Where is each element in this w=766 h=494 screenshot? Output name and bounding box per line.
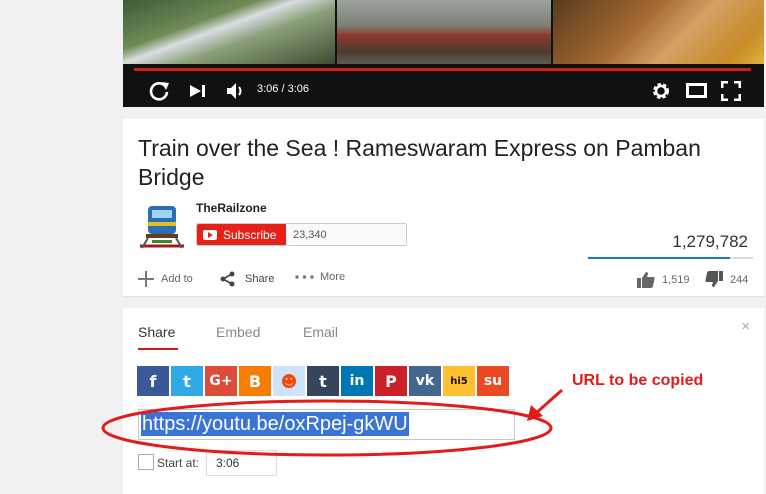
thumbs-down-icon — [705, 271, 723, 288]
share-url-text[interactable]: https://youtu.be/oxRpej-gkWU — [141, 412, 409, 436]
share-reddit-button[interactable]: ☻ — [273, 366, 305, 396]
suggested-video-thumbnail[interactable] — [553, 0, 764, 64]
channel-name-link[interactable]: TheRailzone — [196, 201, 267, 215]
add-to-label: Add to — [161, 273, 193, 285]
vk-icon: vk — [415, 373, 435, 389]
settings-icon[interactable] — [651, 81, 671, 101]
linkedin-icon: in — [349, 373, 365, 389]
subscribe-control[interactable]: Subscribe 23,340 — [196, 223, 407, 246]
more-label: More — [320, 271, 346, 283]
volume-icon[interactable] — [226, 82, 246, 100]
hi5-icon: hi5 — [450, 375, 468, 387]
share-blogger-button[interactable]: B — [239, 366, 271, 396]
twitter-icon: t — [183, 371, 191, 391]
dislike-button[interactable]: 244 — [705, 271, 748, 288]
suggested-video-thumbnail[interactable] — [123, 0, 335, 64]
like-count: 1,519 — [662, 273, 690, 286]
thumbs-up-icon — [637, 271, 655, 288]
pinterest-icon: P — [385, 371, 397, 391]
like-ratio-bar — [588, 257, 753, 259]
tab-email[interactable]: Email — [303, 324, 338, 340]
video-info-card: Train over the Sea ! Rameswaram Express … — [123, 119, 764, 297]
start-at-time-input[interactable]: 3:06 — [206, 450, 277, 476]
share-hi5-button[interactable]: hi5 — [443, 366, 475, 396]
theater-mode-icon[interactable] — [686, 83, 707, 98]
share-tumblr-button[interactable]: t — [307, 366, 339, 396]
tab-embed[interactable]: Embed — [216, 324, 260, 340]
next-icon[interactable] — [189, 84, 209, 98]
share-url-field[interactable]: https://youtu.be/oxRpej-gkWU — [138, 409, 515, 440]
video-title: Train over the Sea ! Rameswaram Express … — [138, 135, 701, 190]
channel-avatar[interactable] — [138, 202, 186, 250]
tumblr-icon: t — [319, 371, 327, 391]
youtube-play-icon — [203, 229, 217, 240]
share-button[interactable]: Share — [220, 271, 274, 287]
active-tab-indicator — [138, 348, 178, 350]
add-to-button[interactable]: Add to — [138, 271, 193, 287]
share-google-plus-button[interactable]: G+ — [205, 366, 237, 396]
share-twitter-button[interactable]: t — [171, 366, 203, 396]
close-icon[interactable]: × — [741, 318, 750, 335]
share-facebook-button[interactable]: f — [137, 366, 169, 396]
end-screen-thumbnails — [123, 0, 764, 64]
share-panel: Share Embed Email × f t G+ B ☻ t in Pvk hi5 su ht… — [123, 308, 764, 494]
progress-bar[interactable] — [134, 68, 751, 71]
dislike-count: 244 — [730, 273, 749, 286]
start-at-checkbox[interactable] — [138, 454, 154, 470]
subscribe-label: Subscribe — [223, 227, 277, 242]
time-display: 3:06 / 3:06 — [257, 83, 309, 95]
like-button[interactable]: 1,519 — [637, 271, 690, 288]
more-dots-icon — [295, 275, 314, 279]
annotation-label: URL to be copied — [572, 372, 704, 389]
subscriber-count: 23,340 — [293, 228, 327, 241]
view-count: 1,279,782 — [672, 232, 748, 251]
tab-share[interactable]: Share — [138, 324, 175, 340]
blogger-icon: B — [248, 371, 262, 391]
subscribe-button[interactable]: Subscribe — [197, 224, 286, 245]
like-ratio-fill — [588, 257, 731, 259]
plus-icon — [138, 271, 154, 287]
reddit-icon: ☻ — [280, 371, 298, 391]
fullscreen-icon[interactable] — [721, 81, 741, 101]
video-player[interactable]: 3:06 / 3:06 — [123, 0, 764, 107]
facebook-icon: f — [149, 371, 157, 391]
share-linkedin-button[interactable]: in — [341, 366, 373, 396]
share-vk-button[interactable]: vk — [409, 366, 441, 396]
google-plus-icon: G+ — [209, 373, 233, 389]
share-stumbleupon-button[interactable]: su — [477, 366, 509, 396]
replay-icon[interactable] — [148, 80, 170, 102]
stumbleupon-icon: su — [483, 373, 503, 389]
social-share-buttons: f t G+ B ☻ t in Pvk hi5 su — [137, 366, 509, 396]
start-at-label: Start at: — [157, 456, 200, 470]
more-button[interactable]: More — [295, 271, 345, 283]
share-label: Share — [245, 273, 275, 285]
share-pinterest-button[interactable]: P — [375, 366, 407, 396]
suggested-video-thumbnail[interactable] — [337, 0, 551, 64]
share-icon — [220, 271, 236, 287]
